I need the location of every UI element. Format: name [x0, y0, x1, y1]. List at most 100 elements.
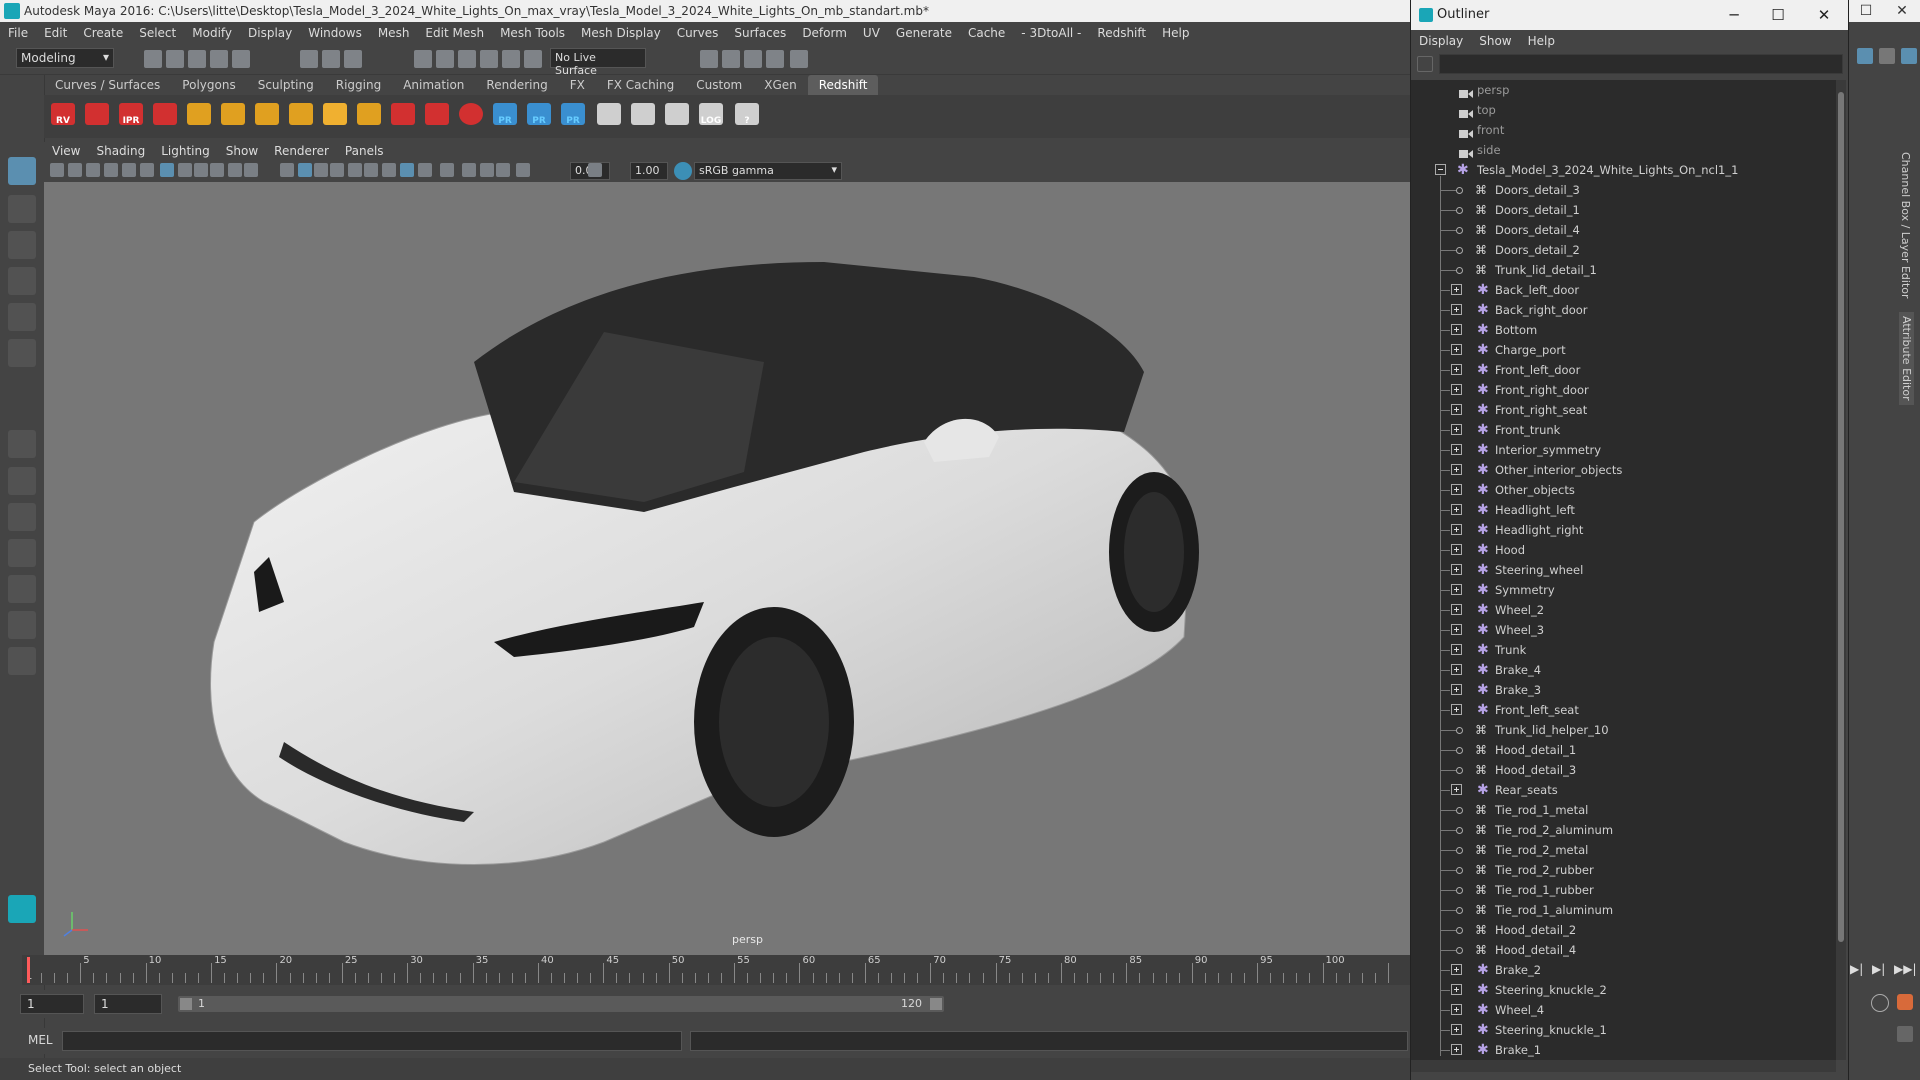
view-transform-dropdown[interactable]: sRGB gamma ▾: [694, 162, 842, 180]
redshift-spot-light-icon[interactable]: [252, 99, 282, 131]
expand-icon[interactable]: [1451, 284, 1462, 295]
panel-menu-show[interactable]: Show: [218, 142, 266, 160]
color-management-icon[interactable]: [674, 162, 692, 180]
modeling-toolkit-icon[interactable]: [1857, 48, 1873, 64]
expand-icon[interactable]: [1451, 364, 1462, 375]
xray-icon[interactable]: [462, 163, 476, 177]
outliner-row-group[interactable]: ✱ Front_trunk: [1411, 420, 1836, 440]
outliner-minimize-icon[interactable]: ─: [1712, 0, 1756, 30]
redshift-ipr-icon[interactable]: IPR: [116, 99, 146, 131]
expand-icon[interactable]: [1451, 984, 1462, 995]
redshift-proxy-icon[interactable]: [422, 99, 452, 131]
outliner-row-group[interactable]: ✱ Rear_seats: [1411, 780, 1836, 800]
outliner-row-mesh[interactable]: ⌘ Tie_rod_2_aluminum: [1411, 820, 1836, 840]
single-view-layout-icon[interactable]: [8, 430, 36, 458]
outliner-row-mesh[interactable]: ⌘ Doors_detail_4: [1411, 220, 1836, 240]
redshift-render-icon[interactable]: [82, 99, 112, 131]
expand-icon[interactable]: [1451, 304, 1462, 315]
outliner-row-group[interactable]: ✱ Other_interior_objects: [1411, 460, 1836, 480]
film-gate-icon[interactable]: [178, 163, 192, 177]
outliner-row-group[interactable]: ✱ Front_left_seat: [1411, 700, 1836, 720]
field-chart-icon[interactable]: [228, 163, 242, 177]
menu-select[interactable]: Select: [131, 22, 184, 44]
step-back-key-icon[interactable]: ▶|: [1850, 962, 1864, 976]
menu-deform[interactable]: Deform: [794, 22, 855, 44]
redshift-proxy-import-icon[interactable]: PR: [524, 99, 554, 131]
save-scene-icon[interactable]: [188, 50, 206, 68]
gate-mask-icon[interactable]: [210, 163, 224, 177]
outliner-row-camera[interactable]: side: [1411, 140, 1836, 160]
menu-uv[interactable]: UV: [855, 22, 888, 44]
wireframe-on-shaded-icon[interactable]: [314, 163, 328, 177]
expand-icon[interactable]: [1451, 384, 1462, 395]
redshift-ies-light-icon[interactable]: [354, 99, 384, 131]
layout-toggle-icon[interactable]: [8, 647, 36, 675]
redshift-code-icon[interactable]: [662, 99, 692, 131]
go-to-end-icon[interactable]: ▶▶|: [1894, 962, 1917, 976]
outliner-row-mesh[interactable]: ⌘ Hood_detail_4: [1411, 940, 1836, 960]
grease-pencil-icon[interactable]: [140, 163, 154, 177]
expand-icon[interactable]: [1451, 324, 1462, 335]
outliner-row-mesh[interactable]: ⌘ Hood_detail_3: [1411, 760, 1836, 780]
menu-mesh-tools[interactable]: Mesh Tools: [492, 22, 573, 44]
outliner-horizontal-scrollbar[interactable]: [1411, 1060, 1836, 1072]
outliner-row-group[interactable]: ✱ Back_left_door: [1411, 280, 1836, 300]
redshift-physical-sun-icon[interactable]: [320, 99, 350, 131]
menu-edit[interactable]: Edit: [36, 22, 75, 44]
panel-menu-renderer[interactable]: Renderer: [266, 142, 337, 160]
scale-tool-icon[interactable]: [8, 339, 36, 367]
grid-icon[interactable]: [160, 163, 174, 177]
redshift-help-icon[interactable]: ?: [732, 99, 762, 131]
snap-edge-icon[interactable]: [524, 50, 542, 68]
paint-select-tool-icon[interactable]: [8, 231, 36, 259]
expand-icon[interactable]: [1451, 1024, 1462, 1035]
attribute-editor-icon[interactable]: [1901, 48, 1917, 64]
outliner-row-root[interactable]: ✱ Tesla_Model_3_2024_White_Lights_On_ncl1…: [1411, 160, 1836, 180]
outliner-menu-display[interactable]: Display: [1411, 30, 1471, 52]
expand-icon[interactable]: [1451, 624, 1462, 635]
expand-icon[interactable]: [1451, 424, 1462, 435]
anti-aliasing-icon[interactable]: [418, 163, 432, 177]
menu-create[interactable]: Create: [75, 22, 131, 44]
live-surface-field[interactable]: No Live Surface: [550, 48, 646, 77]
expand-icon[interactable]: [1451, 644, 1462, 655]
panel-menu-view[interactable]: View: [44, 142, 88, 160]
outliner-row-group[interactable]: ✱ Brake_4: [1411, 660, 1836, 680]
script-editor-icon[interactable]: [1897, 1026, 1913, 1042]
render-settings-icon[interactable]: [744, 50, 762, 68]
maximize-icon[interactable]: ☐: [1848, 0, 1884, 22]
outliner-row-mesh[interactable]: ⌘ Hood_detail_1: [1411, 740, 1836, 760]
outliner-row-group[interactable]: ✱ Front_right_door: [1411, 380, 1836, 400]
outliner-row-group[interactable]: ✱ Bottom: [1411, 320, 1836, 340]
redshift-environment-icon[interactable]: [628, 99, 658, 131]
outliner-row-camera[interactable]: top: [1411, 100, 1836, 120]
expand-icon[interactable]: [1451, 784, 1462, 795]
redshift-camera-icon[interactable]: [594, 99, 624, 131]
outliner-row-camera[interactable]: front: [1411, 120, 1836, 140]
channel-box-icon[interactable]: [1879, 48, 1895, 64]
textured-icon[interactable]: [330, 163, 344, 177]
step-forward-icon[interactable]: ▶|: [1872, 962, 1886, 976]
menu-curves[interactable]: Curves: [669, 22, 727, 44]
menu-3dtoall[interactable]: - 3DtoAll -: [1013, 22, 1089, 44]
shelf-tab-fx-caching[interactable]: FX Caching: [596, 75, 685, 95]
menu-mesh-display[interactable]: Mesh Display: [573, 22, 669, 44]
expand-icon[interactable]: [1451, 544, 1462, 555]
expand-icon[interactable]: [1451, 484, 1462, 495]
outliner-row-mesh[interactable]: ⌘ Trunk_lid_helper_10: [1411, 720, 1836, 740]
expand-icon[interactable]: [1451, 684, 1462, 695]
custom-layout-icon[interactable]: [8, 611, 36, 639]
outliner-row-mesh[interactable]: ⌘ Tie_rod_1_rubber: [1411, 880, 1836, 900]
select-camera-icon[interactable]: [50, 163, 64, 177]
outliner-row-group[interactable]: ✱ Back_right_door: [1411, 300, 1836, 320]
bookmarks-icon[interactable]: [86, 163, 100, 177]
shelf-tab-fx[interactable]: FX: [559, 75, 596, 95]
screen-ambient-occlusion-icon[interactable]: [382, 163, 396, 177]
hypershade-icon[interactable]: [766, 50, 784, 68]
outliner-row-camera[interactable]: persp: [1411, 80, 1836, 100]
snap-curve-icon[interactable]: [436, 50, 454, 68]
xray-joints-icon[interactable]: [480, 163, 494, 177]
outliner-row-group[interactable]: ✱ Wheel_4: [1411, 1000, 1836, 1020]
panel-menu-shading[interactable]: Shading: [88, 142, 153, 160]
open-scene-icon[interactable]: [166, 50, 184, 68]
